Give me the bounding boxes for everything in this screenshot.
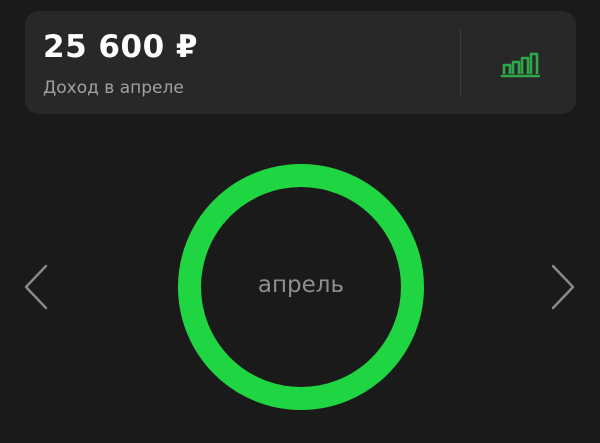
card-divider: [460, 29, 461, 97]
income-summary-card: 25 600 ₽ Доход в апреле: [25, 11, 576, 114]
month-label: апрель: [257, 272, 345, 298]
statistics-button[interactable]: [477, 25, 563, 101]
previous-month-button[interactable]: [16, 258, 56, 316]
chevron-right-icon: [551, 264, 575, 310]
income-caption: Доход в апреле: [43, 78, 184, 98]
bar-chart-icon: [500, 52, 540, 78]
income-screen: 25 600 ₽ Доход в апреле апрель: [0, 0, 600, 443]
income-amount: 25 600 ₽: [43, 29, 199, 65]
chevron-left-icon: [24, 264, 48, 310]
next-month-button[interactable]: [543, 258, 583, 316]
